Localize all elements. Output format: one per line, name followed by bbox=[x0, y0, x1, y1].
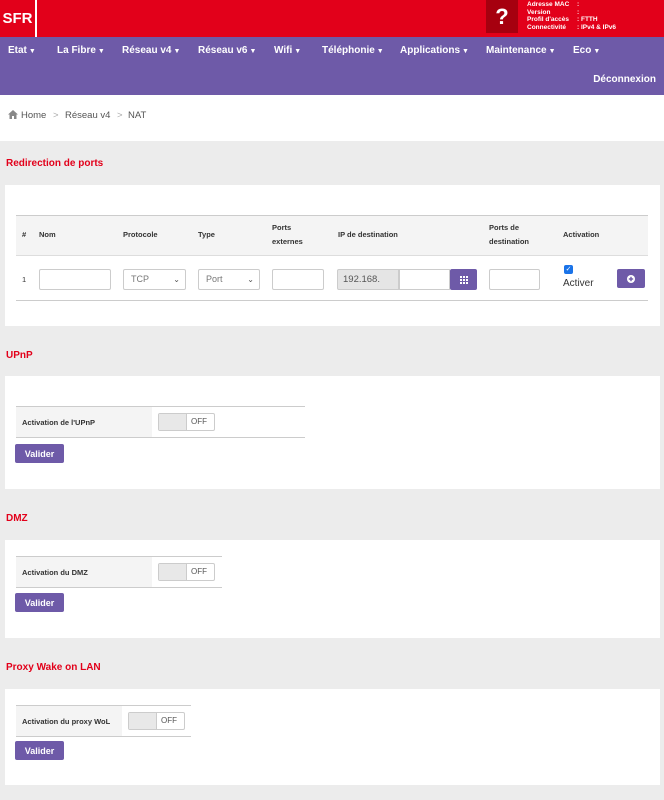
grid-icon bbox=[459, 275, 468, 284]
breadcrumb-separator: > bbox=[117, 110, 123, 121]
upnp-submit-button[interactable]: Valider bbox=[15, 444, 64, 463]
add-icon bbox=[627, 274, 635, 283]
nav-item-reseau-v6[interactable]: Réseau v6 ▼ bbox=[198, 45, 256, 56]
col-activation: Activation bbox=[563, 230, 600, 239]
device-picker-button[interactable] bbox=[450, 269, 477, 290]
dmz-label: Activation du DMZ bbox=[16, 557, 152, 587]
port-forwarding-panel: # Nom Protocole Type Ports externes IP de… bbox=[5, 185, 660, 326]
port-forwarding-title: Redirection de ports bbox=[6, 158, 104, 169]
top-bar: SFR ? Adresse MAC: Version: Profil d'acc… bbox=[0, 0, 664, 37]
upnp-toggle[interactable]: OFF bbox=[158, 413, 215, 431]
upnp-label: Activation de l'UPnP bbox=[16, 407, 152, 437]
ip-prefix: 192.168. bbox=[337, 269, 399, 290]
dmz-title: DMZ bbox=[6, 513, 28, 524]
breadcrumb-nat: NAT bbox=[128, 110, 147, 121]
destination-ports-input[interactable] bbox=[489, 269, 540, 290]
upnp-title: UPnP bbox=[6, 350, 33, 361]
nav-item-applications[interactable]: Applications ▼ bbox=[400, 45, 469, 56]
upnp-panel: Activation de l'UPnP OFF Valider bbox=[5, 376, 660, 489]
nav-item-wifi[interactable]: Wifi ▼ bbox=[274, 45, 301, 56]
dmz-row: Activation du DMZ OFF bbox=[16, 556, 222, 588]
wol-toggle[interactable]: OFF bbox=[128, 712, 185, 730]
logout-link[interactable]: Déconnexion bbox=[593, 74, 656, 85]
nav-item-reseau-v4[interactable]: Réseau v4 ▼ bbox=[122, 45, 180, 56]
breadcrumb-home[interactable]: Home bbox=[21, 110, 46, 121]
wol-submit-button[interactable]: Valider bbox=[15, 741, 64, 760]
wol-title: Proxy Wake on LAN bbox=[6, 662, 101, 673]
breadcrumb-reseau-v4[interactable]: Réseau v4 bbox=[65, 110, 110, 121]
name-input[interactable] bbox=[39, 269, 111, 290]
wol-panel: Activation du proxy WoL OFF Valider bbox=[5, 689, 660, 785]
upnp-row: Activation de l'UPnP OFF bbox=[16, 406, 305, 438]
add-rule-button[interactable] bbox=[617, 269, 645, 288]
wol-row: Activation du proxy WoL OFF bbox=[16, 705, 191, 737]
protocol-select[interactable]: TCP ⌄ bbox=[123, 269, 186, 290]
chevron-down-icon: ⌄ bbox=[247, 275, 254, 284]
col-name: Nom bbox=[39, 230, 56, 239]
sfr-logo[interactable]: SFR bbox=[0, 0, 37, 37]
info-profile: Profil d'accès: FTTH bbox=[527, 16, 598, 24]
dmz-panel: Activation du DMZ OFF Valider bbox=[5, 540, 660, 638]
info-connectivity: Connectivité: IPv4 & IPv6 bbox=[527, 23, 617, 31]
wol-label: Activation du proxy WoL bbox=[16, 706, 122, 736]
nav-item-etat[interactable]: Etat ▼ bbox=[8, 45, 36, 56]
col-num: # bbox=[22, 230, 27, 239]
info-version: Version: bbox=[527, 8, 580, 16]
col-dest-ports: Ports de destination bbox=[489, 223, 530, 246]
col-type: Type bbox=[198, 230, 215, 239]
table-header: # Nom Protocole Type Ports externes IP de… bbox=[16, 216, 648, 256]
type-select[interactable]: Port ⌄ bbox=[198, 269, 260, 290]
nav-item-maintenance[interactable]: Maintenance ▼ bbox=[486, 45, 556, 56]
info-mac: Adresse MAC: bbox=[527, 1, 580, 8]
col-dest-ip: IP de destination bbox=[338, 230, 398, 239]
chevron-down-icon: ⌄ bbox=[173, 275, 180, 284]
breadcrumb-separator: > bbox=[53, 110, 59, 121]
home-icon[interactable] bbox=[8, 110, 18, 121]
activate-checkbox[interactable]: ✓ bbox=[564, 265, 573, 274]
external-ports-input[interactable] bbox=[272, 269, 324, 290]
help-button[interactable]: ? bbox=[486, 0, 518, 33]
nav-item-telephonie[interactable]: Téléphonie ▼ bbox=[322, 45, 384, 56]
breadcrumb: Home > Réseau v4 > NAT bbox=[0, 95, 664, 141]
col-ext-ports: Ports externes bbox=[272, 223, 303, 246]
nav-item-la-fibre[interactable]: La Fibre ▼ bbox=[57, 45, 105, 56]
row-number: 1 bbox=[22, 275, 27, 284]
ip-suffix-input[interactable] bbox=[399, 269, 450, 290]
dmz-toggle[interactable]: OFF bbox=[158, 563, 215, 581]
nav-item-eco[interactable]: Eco ▼ bbox=[573, 45, 600, 56]
device-info: Adresse MAC: Version: Profil d'accès: FT… bbox=[527, 1, 616, 31]
main-nav: Etat ▼ La Fibre ▼ Réseau v4 ▼ Réseau v6 ▼ Wi… bbox=[0, 37, 664, 95]
dmz-submit-button[interactable]: Valider bbox=[15, 593, 64, 612]
col-protocol: Protocole bbox=[123, 230, 158, 239]
activate-label: Activer bbox=[563, 278, 594, 289]
